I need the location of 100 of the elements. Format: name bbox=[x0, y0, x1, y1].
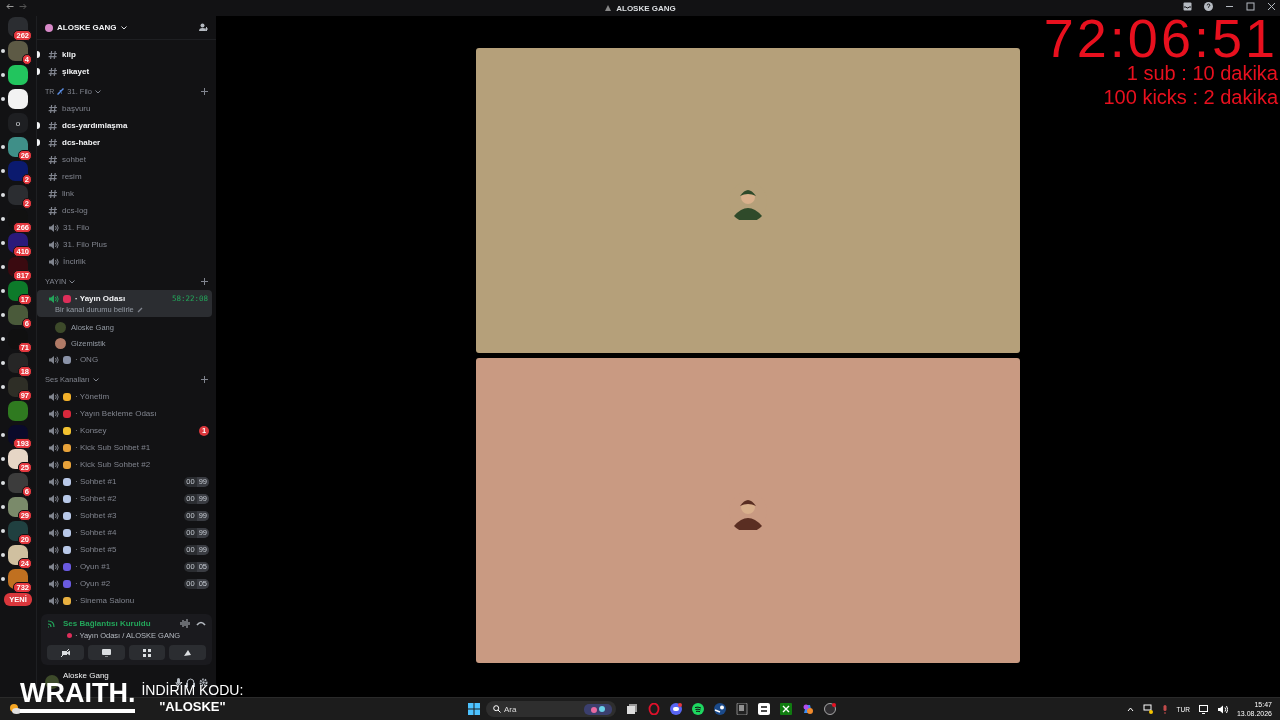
server-name[interactable]: ALOSKE GANG bbox=[57, 23, 117, 32]
channel-name: · Sinema Salonu bbox=[75, 596, 135, 605]
channel-name: link bbox=[62, 189, 74, 198]
channel-name: · Oyun #2 bbox=[75, 579, 111, 588]
channel-item[interactable]: 31. Filo bbox=[37, 219, 212, 236]
channel-item[interactable]: link bbox=[37, 185, 212, 202]
chevron-up-icon[interactable] bbox=[1126, 706, 1134, 712]
server-icon[interactable] bbox=[8, 185, 28, 205]
channel-item[interactable]: 31. Filo Plus bbox=[37, 236, 212, 253]
close-icon[interactable] bbox=[1267, 2, 1276, 11]
channel-item[interactable]: klip bbox=[37, 46, 212, 63]
video-tile[interactable] bbox=[476, 358, 1020, 663]
video-tile[interactable] bbox=[476, 48, 1020, 353]
hang-up-icon[interactable] bbox=[196, 619, 206, 628]
assistant-icon[interactable] bbox=[802, 703, 814, 715]
maximize-icon[interactable] bbox=[1246, 2, 1255, 11]
server-icon[interactable] bbox=[8, 89, 28, 109]
channel-item[interactable]: resim bbox=[37, 168, 212, 185]
server-icon[interactable] bbox=[8, 137, 28, 157]
channel-item[interactable]: · Yayın Bekleme Odası bbox=[37, 405, 212, 422]
channel-item[interactable]: · Kick Sub Sohbet #1 bbox=[37, 439, 212, 456]
server-icon[interactable] bbox=[8, 329, 28, 349]
speaker-icon bbox=[48, 425, 59, 436]
activities-button[interactable] bbox=[128, 645, 166, 660]
monitor-icon[interactable] bbox=[1198, 704, 1209, 714]
channel-name: · Kick Sub Sohbet #2 bbox=[75, 460, 151, 469]
channel-name: klip bbox=[62, 50, 76, 59]
console-icon[interactable] bbox=[780, 703, 792, 715]
server-icon[interactable] bbox=[8, 281, 28, 301]
server-icon[interactable] bbox=[8, 473, 28, 493]
server-icon[interactable] bbox=[8, 449, 28, 469]
server-icon[interactable] bbox=[8, 305, 28, 325]
channel-item[interactable]: dcs-yardımlaşma bbox=[37, 117, 212, 134]
inbox-icon[interactable] bbox=[1183, 2, 1192, 11]
ring-icon[interactable] bbox=[648, 703, 660, 715]
window-title: ALOSKE GANG bbox=[616, 3, 676, 13]
network-icon[interactable] bbox=[1142, 704, 1153, 714]
hash-icon bbox=[48, 49, 58, 60]
server-icon[interactable] bbox=[8, 65, 28, 85]
channel-name: başvuru bbox=[62, 104, 91, 113]
game-store-icon[interactable] bbox=[714, 703, 726, 715]
server-icon[interactable] bbox=[8, 521, 28, 541]
server-icon[interactable] bbox=[8, 161, 28, 181]
plus-icon[interactable] bbox=[201, 88, 208, 95]
speaker-icon bbox=[48, 595, 59, 606]
chat-bot-icon[interactable] bbox=[670, 703, 682, 715]
forward-arrow-icon[interactable] bbox=[19, 3, 27, 10]
channel-name: · Konsey bbox=[75, 426, 107, 435]
server-icon[interactable] bbox=[8, 377, 28, 397]
recorder-icon[interactable] bbox=[824, 703, 836, 715]
channel-item[interactable]: dcs-haber bbox=[37, 134, 212, 151]
plus-icon[interactable] bbox=[201, 278, 208, 285]
volume-icon[interactable] bbox=[1217, 704, 1228, 714]
back-arrow-icon[interactable] bbox=[6, 3, 14, 10]
sound-wave-icon[interactable] bbox=[180, 619, 190, 628]
music-icon[interactable] bbox=[692, 703, 704, 715]
search-highlight-icon bbox=[584, 703, 612, 715]
game-launcher-icon[interactable] bbox=[736, 703, 748, 715]
channel-name: İncirlik bbox=[63, 257, 86, 266]
channel-item[interactable]: · Yönetim bbox=[37, 388, 212, 405]
server-icon[interactable] bbox=[8, 497, 28, 517]
add-member-icon[interactable] bbox=[199, 23, 208, 32]
channel-name: 31. Filo bbox=[63, 223, 90, 232]
server-icon[interactable] bbox=[8, 569, 28, 589]
channel-item[interactable]: şikayet bbox=[37, 63, 212, 80]
plus-icon[interactable] bbox=[201, 376, 208, 383]
settings-icon[interactable] bbox=[199, 677, 208, 687]
speaker-icon bbox=[48, 239, 59, 250]
channel-item[interactable]: · Kick Sub Sohbet #2 bbox=[37, 456, 212, 473]
channel-item[interactable]: sohbet bbox=[37, 151, 212, 168]
windows-start-icon[interactable] bbox=[468, 703, 480, 715]
server-icon[interactable] bbox=[8, 41, 28, 61]
help-icon[interactable] bbox=[1204, 2, 1213, 11]
server-icon[interactable] bbox=[8, 17, 28, 37]
channel-item[interactable]: · ONG bbox=[37, 351, 212, 368]
screen-share-button[interactable] bbox=[87, 645, 125, 660]
server-icon[interactable] bbox=[8, 545, 28, 565]
promo-text: İNDİRİM KODU: bbox=[141, 682, 244, 698]
channel-name: · Oyun #1 bbox=[75, 562, 111, 571]
task-view-icon[interactable] bbox=[626, 703, 638, 715]
soundboard-button[interactable] bbox=[169, 645, 206, 660]
server-icon[interactable] bbox=[8, 353, 28, 373]
channel-name: · ONG bbox=[75, 355, 99, 364]
chevron-icon bbox=[120, 25, 127, 30]
video-editor-icon[interactable] bbox=[758, 703, 770, 715]
pencil-icon[interactable] bbox=[136, 306, 143, 313]
speaker-icon bbox=[48, 459, 59, 470]
channel-item[interactable]: başvuru bbox=[37, 100, 212, 117]
camera-off-button[interactable] bbox=[47, 645, 84, 660]
speaker-icon bbox=[48, 442, 59, 453]
channel-item[interactable]: İncirlik bbox=[37, 253, 212, 270]
speaker-icon bbox=[48, 293, 59, 304]
channel-name: resim bbox=[62, 172, 82, 181]
unread-indicator bbox=[37, 122, 40, 129]
channel-item[interactable]: · Sinema Salonu bbox=[37, 592, 212, 609]
channel-item[interactable]: dcs-log bbox=[37, 202, 212, 219]
hash-icon bbox=[48, 154, 58, 165]
channel-name: · Sohbet #5 bbox=[75, 545, 117, 554]
channel-name: dcs-haber bbox=[62, 138, 101, 147]
server-icon[interactable]: o bbox=[8, 113, 28, 133]
